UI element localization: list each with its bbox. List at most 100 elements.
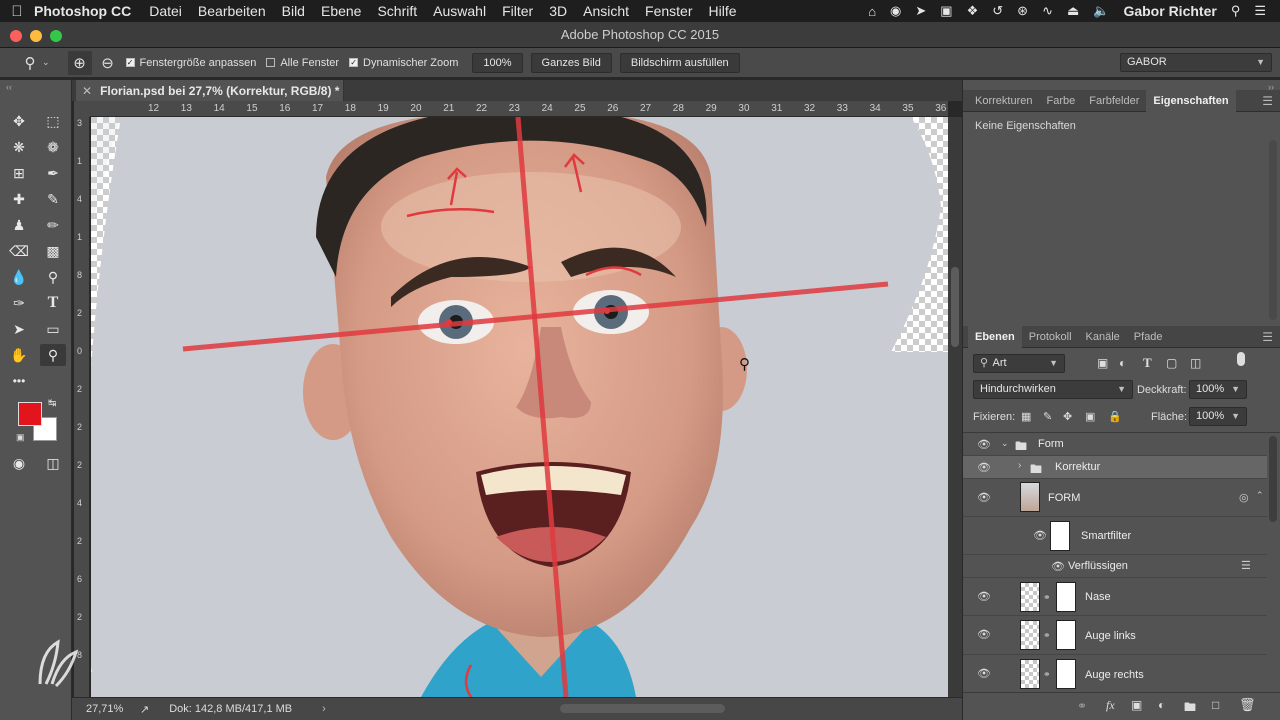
horizontal-ruler[interactable]: 12 13 14 15 16 17 18 19 20 21 22 23 24 25 26 27 28 29 30 31… bbox=[90, 101, 979, 117]
visibility-eye-icon[interactable]: 👁 bbox=[977, 491, 991, 504]
app-menu[interactable]: Photoshop CC bbox=[34, 3, 131, 19]
send-icon[interactable]: ➤ bbox=[915, 3, 926, 19]
minimize-window-button[interactable] bbox=[30, 30, 42, 42]
spotlight-search-icon[interactable]: ⚲ bbox=[1231, 3, 1241, 19]
home-icon[interactable]: ⌂ bbox=[868, 4, 876, 19]
add-mask-icon[interactable]: ▣ bbox=[1131, 698, 1142, 712]
tab-eigenschaften[interactable]: Eigenschaften bbox=[1146, 89, 1236, 112]
swap-colors-icon[interactable]: ↹ bbox=[48, 398, 56, 409]
adjustment-filter-icon[interactable]: ◐ bbox=[1119, 356, 1126, 370]
brush-tool-icon[interactable]: ✎ bbox=[40, 188, 66, 210]
more-tools-icon[interactable]: ••• bbox=[6, 370, 32, 392]
type-tool-icon[interactable]: T bbox=[40, 292, 66, 314]
chain-link-icon[interactable]: ⚭ bbox=[1043, 669, 1051, 680]
visibility-eye-icon[interactable]: 👁 bbox=[977, 438, 991, 451]
resize-windows-checkbox[interactable]: ✓ Fenstergröße anpassen bbox=[125, 57, 256, 69]
crop-tool-icon[interactable]: ⊞ bbox=[6, 162, 32, 184]
healing-brush-tool-icon[interactable]: ✚ bbox=[6, 188, 32, 210]
visibility-eye-icon[interactable]: 👁 bbox=[1051, 560, 1065, 573]
properties-scrollbar[interactable] bbox=[1269, 140, 1277, 320]
layer-form-smart-object[interactable]: 👁 FORM ◎ ⌃ bbox=[963, 479, 1267, 517]
type-filter-icon[interactable]: T bbox=[1143, 355, 1152, 371]
smartfilter-row[interactable]: 👁 Smartfilter bbox=[963, 517, 1267, 555]
delete-layer-icon[interactable]: 🗑 bbox=[1239, 697, 1256, 713]
menu-bild[interactable]: Bild bbox=[282, 3, 305, 19]
wifi-icon[interactable]: ∿ bbox=[1042, 3, 1053, 19]
tab-kanaele[interactable]: Kanäle bbox=[1079, 326, 1127, 348]
tab-farbe[interactable]: Farbe bbox=[1039, 90, 1082, 112]
tab-pfade[interactable]: Pfade bbox=[1127, 326, 1170, 348]
hand-tool-icon[interactable]: ✋ bbox=[6, 344, 32, 366]
opacity-field[interactable]: 100% ▼ bbox=[1189, 380, 1247, 399]
link-layers-icon[interactable]: ⚭ bbox=[1077, 699, 1087, 713]
layer-mask-thumbnail[interactable] bbox=[1056, 659, 1076, 689]
blur-tool-icon[interactable]: 💧 bbox=[6, 266, 32, 288]
display-icon[interactable]: ▣ bbox=[940, 3, 952, 19]
zoom-out-icon[interactable]: ⊖ bbox=[96, 51, 120, 75]
vertical-ruler[interactable]: 314182022242628 bbox=[74, 117, 90, 697]
menu-ansicht[interactable]: Ansicht bbox=[583, 3, 629, 19]
close-tab-icon[interactable]: ✕ bbox=[82, 84, 92, 98]
eyedropper-tool-icon[interactable]: ✒ bbox=[40, 162, 66, 184]
bluetooth-icon[interactable]: ⊛ bbox=[1017, 3, 1028, 19]
shape-filter-icon[interactable]: ▢ bbox=[1166, 356, 1177, 370]
gradient-tool-icon[interactable]: ▩ bbox=[40, 240, 66, 262]
zoom-window-button[interactable] bbox=[50, 30, 62, 42]
layer-mask-thumbnail[interactable] bbox=[1056, 582, 1076, 612]
layer-nase[interactable]: 👁 ⚭ Nase bbox=[963, 578, 1267, 616]
time-machine-icon[interactable]: ↺ bbox=[992, 3, 1003, 19]
fx-icon[interactable]: fx bbox=[1106, 698, 1115, 713]
chain-link-icon[interactable]: ⚭ bbox=[1043, 630, 1051, 641]
smart-filter-icon[interactable]: ◎ bbox=[1239, 491, 1249, 504]
blend-mode-select[interactable]: Hindurchwirken ▼ bbox=[973, 380, 1133, 399]
menu-schrift[interactable]: Schrift bbox=[377, 3, 417, 19]
lock-position-icon[interactable]: ✥ bbox=[1063, 410, 1072, 423]
visibility-eye-icon[interactable]: 👁 bbox=[977, 590, 991, 603]
quick-mask-icon[interactable]: ◉ bbox=[6, 452, 32, 474]
eraser-tool-icon[interactable]: ⌫ bbox=[6, 240, 32, 262]
quick-selection-tool-icon[interactable]: ❁ bbox=[40, 136, 66, 158]
tab-protokoll[interactable]: Protokoll bbox=[1022, 326, 1079, 348]
layer-group-form[interactable]: 👁 ⌄ 🖿 Form bbox=[963, 433, 1267, 456]
menu-filter[interactable]: Filter bbox=[502, 3, 533, 19]
path-selection-tool-icon[interactable]: ➤ bbox=[6, 318, 32, 340]
move-tool-icon[interactable]: ✥ bbox=[6, 110, 32, 132]
horizontal-scroll-thumb[interactable] bbox=[560, 704, 725, 713]
chevron-right-icon[interactable]: › bbox=[322, 703, 326, 715]
workspace-select[interactable]: GABOR ▼ bbox=[1120, 53, 1272, 72]
dropbox-icon[interactable]: ❖ bbox=[967, 3, 979, 19]
marquee-tool-icon[interactable]: ⬚ bbox=[40, 110, 66, 132]
zoom-tool-preset-icon[interactable]: ⚲ bbox=[18, 51, 42, 75]
image-filter-icon[interactable]: ▣ bbox=[1097, 356, 1108, 370]
history-brush-tool-icon[interactable]: ✏ bbox=[40, 214, 66, 236]
camera-icon[interactable]: ◉ bbox=[890, 3, 901, 19]
layer-mask-thumbnail[interactable] bbox=[1056, 620, 1076, 650]
eject-icon[interactable]: ⏏ bbox=[1067, 3, 1079, 19]
menu-datei[interactable]: Datei bbox=[149, 3, 182, 19]
filter-options-icon[interactable]: ☰ bbox=[1241, 559, 1251, 572]
apple-icon[interactable]:  bbox=[0, 3, 34, 20]
lock-transparent-pixels-icon[interactable]: ▦ bbox=[1021, 410, 1031, 423]
new-layer-icon[interactable]: □ bbox=[1212, 698, 1219, 712]
visibility-eye-icon[interactable]: 👁 bbox=[1033, 529, 1047, 542]
export-icon[interactable]: ↗ bbox=[140, 703, 149, 716]
menu-hilfe[interactable]: Hilfe bbox=[709, 3, 737, 19]
user-name[interactable]: Gabor Richter bbox=[1123, 3, 1216, 19]
foreground-color-swatch[interactable] bbox=[18, 402, 42, 426]
pen-tool-icon[interactable]: ✑ bbox=[6, 292, 32, 314]
tab-ebenen[interactable]: Ebenen bbox=[968, 325, 1022, 348]
tab-korrekturen[interactable]: Korrekturen bbox=[968, 90, 1039, 112]
layers-scrollbar[interactable] bbox=[1269, 436, 1277, 522]
default-colors-icon[interactable]: ▣ bbox=[16, 432, 25, 443]
smart-object-filter-icon[interactable]: ◫ bbox=[1190, 356, 1201, 370]
rectangle-tool-icon[interactable]: ▭ bbox=[40, 318, 66, 340]
lock-all-icon[interactable]: 🔒 bbox=[1108, 410, 1122, 423]
screen-mode-icon[interactable]: ◫ bbox=[40, 452, 66, 474]
fill-screen-button[interactable]: Bildschirm ausfüllen bbox=[619, 52, 740, 73]
zoom-level-field[interactable]: 27,71% bbox=[86, 703, 134, 715]
tab-farbfelder[interactable]: Farbfelder bbox=[1082, 90, 1146, 112]
chevron-down-icon[interactable]: ⌄ bbox=[1001, 438, 1009, 449]
fit-screen-button[interactable]: Ganzes Bild bbox=[530, 52, 612, 73]
new-group-icon[interactable]: 🖿 bbox=[1184, 698, 1196, 719]
visibility-eye-icon[interactable]: 👁 bbox=[977, 667, 991, 680]
